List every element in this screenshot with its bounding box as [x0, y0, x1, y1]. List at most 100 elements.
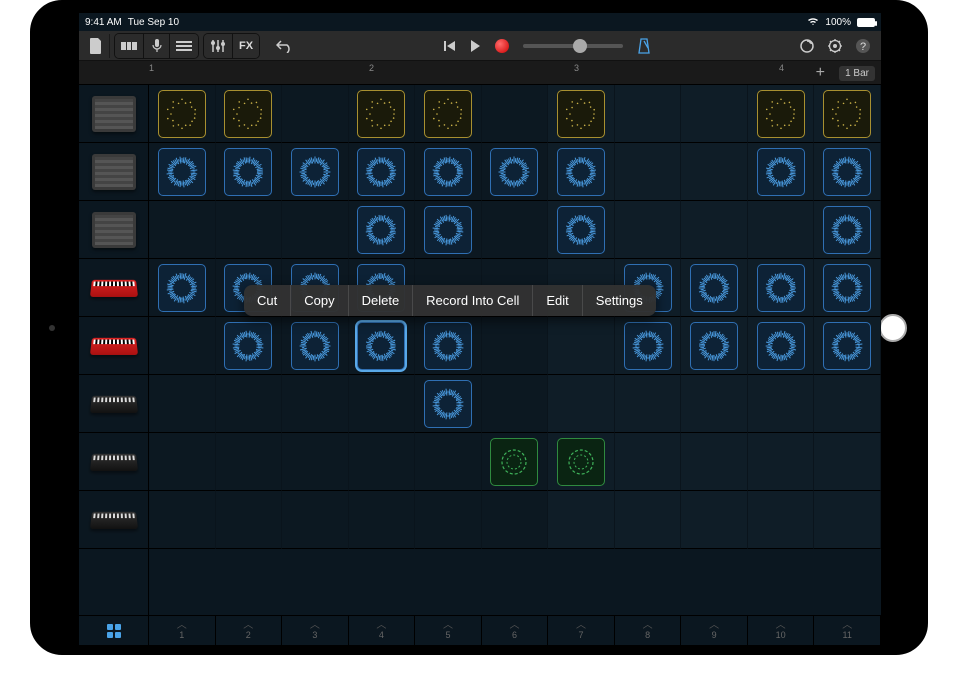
context-menu-item[interactable]: Cut [244, 285, 291, 316]
add-section-button[interactable]: + [816, 64, 825, 82]
loop-cell[interactable] [424, 148, 472, 196]
grid-cell[interactable] [482, 201, 549, 259]
grid-cell[interactable] [282, 491, 349, 549]
settings-button[interactable] [821, 34, 849, 58]
loop-cell[interactable] [557, 90, 605, 138]
loop-cell[interactable] [158, 264, 206, 312]
loop-cell[interactable] [823, 322, 871, 370]
grid-cell[interactable] [615, 143, 682, 201]
loop-cell[interactable] [291, 322, 339, 370]
mixer-button[interactable] [204, 34, 233, 58]
grid-cell[interactable] [415, 433, 482, 491]
loop-cell[interactable] [823, 148, 871, 196]
loop-cell[interactable] [757, 264, 805, 312]
grid-cell[interactable] [415, 317, 482, 375]
loop-cell[interactable] [357, 148, 405, 196]
loop-cell[interactable] [357, 90, 405, 138]
grid-cell[interactable] [216, 491, 283, 549]
grid-cell[interactable] [681, 85, 748, 143]
grid-cell[interactable] [748, 143, 815, 201]
grid-cell[interactable] [349, 491, 416, 549]
loop-cell[interactable] [158, 90, 206, 138]
loop-cell[interactable] [424, 380, 472, 428]
grid-cell[interactable] [681, 317, 748, 375]
grid-cell[interactable] [615, 375, 682, 433]
column-trigger-2[interactable]: ︿2 [216, 616, 283, 645]
mic-button[interactable] [144, 34, 170, 58]
grid-cell[interactable] [548, 143, 615, 201]
grid-view-button[interactable] [79, 615, 149, 645]
grid-cell[interactable] [149, 433, 216, 491]
grid-cell[interactable] [216, 375, 283, 433]
loop-cell[interactable] [424, 322, 472, 370]
grid-cell[interactable] [216, 201, 283, 259]
column-trigger-7[interactable]: ︿7 [548, 616, 615, 645]
grid-cell[interactable] [349, 317, 416, 375]
loop-cell[interactable] [424, 206, 472, 254]
loop-cell[interactable] [224, 90, 272, 138]
track-header-6[interactable] [79, 375, 148, 433]
grid-cell[interactable] [681, 491, 748, 549]
grid-cell[interactable] [482, 375, 549, 433]
loop-cell[interactable] [224, 148, 272, 196]
grid-cell[interactable] [814, 317, 881, 375]
grid-cell[interactable] [814, 143, 881, 201]
grid-cell[interactable] [482, 491, 549, 549]
grid-cell[interactable] [149, 491, 216, 549]
loop-cell[interactable] [224, 322, 272, 370]
grid-cell[interactable] [482, 433, 549, 491]
column-trigger-6[interactable]: ︿6 [482, 616, 549, 645]
record-button[interactable] [489, 34, 515, 58]
loop-cell[interactable] [490, 438, 538, 486]
loop-cell[interactable] [757, 148, 805, 196]
loop-cell[interactable] [158, 148, 206, 196]
grid-cell[interactable] [548, 491, 615, 549]
grid-cell[interactable] [482, 317, 549, 375]
grid-cell[interactable] [149, 143, 216, 201]
fx-button[interactable]: FX [233, 34, 259, 58]
bars-label[interactable]: 1 Bar [839, 66, 875, 81]
grid-cell[interactable] [216, 317, 283, 375]
loop-cell[interactable] [291, 148, 339, 196]
volume-slider[interactable] [523, 44, 623, 48]
context-menu-item[interactable]: Record Into Cell [413, 285, 533, 316]
grid-cell[interactable] [282, 317, 349, 375]
grid-cell[interactable] [282, 143, 349, 201]
grid-cell[interactable] [748, 375, 815, 433]
grid-cell[interactable] [548, 201, 615, 259]
grid-cell[interactable] [349, 433, 416, 491]
loop-cell[interactable] [690, 322, 738, 370]
grid-cell[interactable] [415, 143, 482, 201]
loop-cell[interactable] [357, 322, 405, 370]
loop-cell[interactable] [357, 206, 405, 254]
grid-cell[interactable] [149, 317, 216, 375]
column-trigger-9[interactable]: ︿9 [681, 616, 748, 645]
grid-cell[interactable] [216, 85, 283, 143]
grid-cell[interactable] [415, 201, 482, 259]
grid-cell[interactable] [548, 433, 615, 491]
grid-cell[interactable] [282, 375, 349, 433]
grid-cell[interactable] [814, 375, 881, 433]
grid-cell[interactable] [349, 201, 416, 259]
help-button[interactable]: ? [849, 34, 877, 58]
column-trigger-11[interactable]: ︿11 [814, 616, 881, 645]
grid-cell[interactable] [349, 143, 416, 201]
grid-cell[interactable] [681, 433, 748, 491]
grid-cell[interactable] [748, 433, 815, 491]
track-header-1[interactable] [79, 85, 148, 143]
track-header-7[interactable] [79, 433, 148, 491]
grid-cell[interactable] [681, 375, 748, 433]
grid-cell[interactable] [748, 85, 815, 143]
loop-cell[interactable] [624, 322, 672, 370]
grid-cell[interactable] [282, 85, 349, 143]
track-header-4[interactable] [79, 259, 148, 317]
grid-cell[interactable] [349, 375, 416, 433]
grid-cell[interactable] [282, 433, 349, 491]
grid-cell[interactable] [149, 85, 216, 143]
browser-button[interactable] [115, 34, 144, 58]
loop-cell[interactable] [690, 264, 738, 312]
grid-cell[interactable] [615, 433, 682, 491]
undo-button[interactable] [270, 34, 300, 58]
context-menu-item[interactable]: Delete [349, 285, 414, 316]
column-trigger-5[interactable]: ︿5 [415, 616, 482, 645]
